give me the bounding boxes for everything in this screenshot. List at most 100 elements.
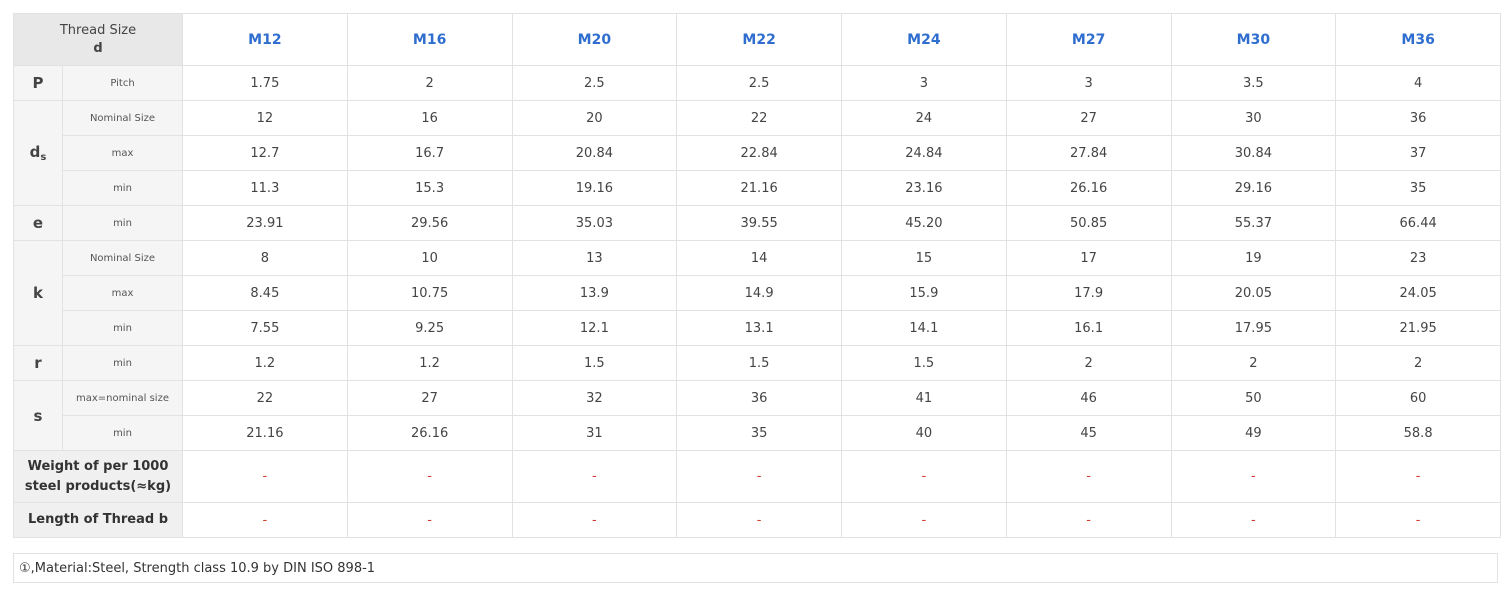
symbol-label: r [34, 354, 42, 372]
value-cell: 24.05 [1335, 275, 1501, 311]
value-cell: - [346, 502, 513, 538]
size-header-m30: M30 [1170, 13, 1337, 66]
footer-row-label: Length of Thread b [13, 502, 183, 538]
value-cell: 17.9 [1005, 275, 1172, 311]
row-label: min [62, 415, 183, 451]
value-cell: 13.1 [676, 310, 842, 346]
value-cell: 50 [1170, 380, 1337, 416]
row-label: min [62, 170, 183, 206]
symbol-label: e [32, 214, 44, 232]
value-cell: 41 [841, 380, 1007, 416]
table-row: e min 23.91 29.56 35.03 39.55 45.20 50.85 55.37 6… [13, 205, 1501, 241]
symbol-label: P [32, 74, 44, 92]
material-note: ①,Material:Steel, Strength class 10.9 by… [13, 553, 1498, 583]
value-cell: 1.75 [182, 65, 348, 101]
value-cell: 12 [182, 100, 348, 136]
value-cell: 2.5 [676, 65, 842, 101]
symbol-cell: k [13, 240, 63, 346]
footer-label-line: Weight of per 1000 [27, 458, 169, 474]
table-row: r min 1.2 1.2 1.5 1.5 1.5 2 2 2 [13, 345, 1501, 381]
symbol-cell: e [13, 205, 63, 241]
value-cell: 22.84 [676, 135, 842, 171]
value-cell: 16 [346, 100, 513, 136]
value-cell: - [346, 450, 513, 503]
value-cell: 30.84 [1170, 135, 1337, 171]
size-header-m27: M27 [1005, 13, 1172, 66]
table-row: k Nominal Size 8 10 13 14 15 17 19 23 [13, 240, 1501, 346]
value-cell: 36 [1335, 100, 1501, 136]
value-cell: 27 [346, 380, 513, 416]
value-cell: 27 [1005, 100, 1172, 136]
table-row: max 8.45 10.75 13.9 14.9 15.9 17.9 20.05 24.05 [14, 275, 1501, 311]
value-cell: 39.55 [676, 205, 842, 241]
value-cell: 29.16 [1170, 170, 1337, 206]
value-cell: 21.16 [182, 415, 348, 451]
size-header-m24: M24 [841, 13, 1007, 66]
value-cell: - [676, 502, 842, 538]
thread-size-header: Thread Size d [13, 13, 183, 66]
value-cell: 35.03 [511, 205, 678, 241]
value-cell: 14 [676, 240, 842, 276]
value-cell: 8.45 [182, 275, 348, 311]
value-cell: 17 [1005, 240, 1172, 276]
value-cell: 36 [676, 380, 842, 416]
value-cell: - [511, 450, 678, 503]
value-cell: - [1335, 450, 1501, 503]
value-cell: 3.5 [1170, 65, 1337, 101]
value-cell: 29.56 [346, 205, 513, 241]
weight-row: Weight of per 1000 steel products(≈kg) - - -… [13, 450, 1501, 503]
value-cell: 2 [1005, 345, 1172, 381]
value-cell: 20.05 [1170, 275, 1337, 311]
value-cell: 1.2 [182, 345, 348, 381]
value-cell: 30 [1170, 100, 1337, 136]
value-cell: - [511, 502, 678, 538]
value-cell: 3 [1005, 65, 1172, 101]
value-cell: 26.16 [1005, 170, 1172, 206]
symbol-label: d [29, 143, 41, 161]
value-cell: 66.44 [1335, 205, 1501, 241]
size-header-m12: M12 [182, 13, 348, 66]
row-label: Pitch [62, 65, 183, 101]
value-cell: 22 [182, 380, 348, 416]
table-row: max 12.7 16.7 20.84 22.84 24.84 27.84 30.84 37 [14, 135, 1501, 171]
symbol-cell: ds [13, 100, 63, 206]
value-cell: 15.9 [841, 275, 1007, 311]
value-cell: 31 [511, 415, 678, 451]
value-cell: 12.1 [511, 310, 678, 346]
value-cell: 17.95 [1170, 310, 1337, 346]
value-cell: - [841, 450, 1007, 503]
value-cell: 55.37 [1170, 205, 1337, 241]
value-cell: 20.84 [511, 135, 678, 171]
symbol-label: k [33, 284, 43, 302]
value-cell: - [1335, 502, 1501, 538]
value-cell: 1.5 [511, 345, 678, 381]
value-cell: 10 [346, 240, 513, 276]
value-cell: 16.7 [346, 135, 513, 171]
value-cell: 15.3 [346, 170, 513, 206]
value-cell: 10.75 [346, 275, 513, 311]
value-cell: 26.16 [346, 415, 513, 451]
table-row: P Pitch 1.75 2 2.5 2.5 3 3 3.5 4 [13, 65, 1501, 101]
row-label: min [62, 345, 183, 381]
value-cell: 49 [1170, 415, 1337, 451]
footer-row-label: Weight of per 1000 steel products(≈kg) [13, 450, 183, 503]
value-cell: 20 [511, 100, 678, 136]
value-cell: 3 [841, 65, 1007, 101]
value-cell: 45 [1005, 415, 1172, 451]
value-cell: 13 [511, 240, 678, 276]
value-cell: 16.1 [1005, 310, 1172, 346]
value-cell: 60 [1335, 380, 1501, 416]
value-cell: 22 [676, 100, 842, 136]
thread-size-label: Thread Size [59, 22, 137, 38]
size-header-m36: M36 [1335, 13, 1501, 66]
value-cell: 2 [1335, 345, 1501, 381]
value-cell: 58.8 [1335, 415, 1501, 451]
size-header-m22: M22 [676, 13, 842, 66]
value-cell: - [182, 450, 348, 503]
value-cell: 2 [1170, 345, 1337, 381]
value-cell: 13.9 [511, 275, 678, 311]
value-cell: 2.5 [511, 65, 678, 101]
table-row: min 21.16 26.16 31 35 40 45 49 58.8 [14, 415, 1501, 451]
value-cell: - [841, 502, 1007, 538]
value-cell: - [676, 450, 842, 503]
